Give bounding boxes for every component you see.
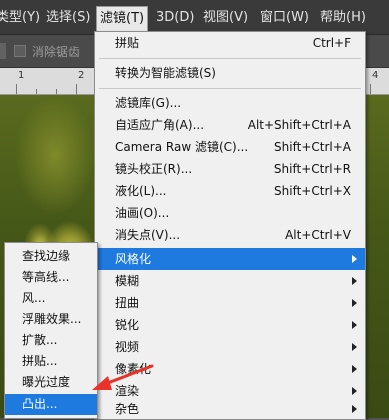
submenu-item-label: 浮雕效果...	[22, 312, 82, 326]
submenu-arrow-icon	[352, 277, 357, 285]
submenu-item-label: 凸出...	[22, 397, 58, 411]
submenu-arrow-icon	[352, 387, 357, 395]
submenu-arrow-icon	[352, 299, 357, 307]
menu-item-lens-correction[interactable]: 镜头校正(R)... Shift+Ctrl+R	[95, 158, 365, 180]
ruler-tick	[36, 89, 37, 94]
menu-item-shortcut: Ctrl+F	[312, 36, 351, 50]
submenu-arrow-icon	[352, 365, 357, 373]
ruler-number: 4	[372, 70, 379, 81]
menu-item-label: 消失点(V)...	[115, 228, 181, 242]
submenu-item-emboss[interactable]: 浮雕效果...	[5, 309, 97, 330]
submenu-item-find-edges[interactable]: 查找边缘	[5, 246, 97, 267]
submenu-item-label: 拼贴...	[22, 354, 58, 368]
stylize-submenu: 查找边缘 等高线... 风... 浮雕效果... 扩散... 拼贴... 曝光过…	[4, 242, 98, 419]
menu-bar: 类型(Y) 选择(S) 滤镜(T) 3D(D) 视图(V) 窗口(W) 帮助(H…	[0, 0, 389, 35]
ruler-tick	[56, 89, 57, 94]
menu-item-shortcut: Shift+Ctrl+A	[274, 140, 351, 154]
menu-item-sharpen[interactable]: 锐化	[95, 314, 365, 336]
menu-filter[interactable]: 滤镜(T)	[96, 6, 149, 32]
menu-item-label: 杂色	[115, 402, 140, 416]
menu-item-convert-smart-filter[interactable]: 转换为智能滤镜(S)	[95, 62, 365, 84]
antialias-label: 消除锯齿	[32, 45, 81, 59]
menu-item-noise[interactable]: 杂色	[95, 398, 365, 420]
submenu-item-label: 曝光过度	[22, 375, 71, 389]
submenu-item-label: 风...	[22, 291, 46, 305]
menu-separator	[99, 58, 361, 59]
ruler-number: 1	[18, 70, 25, 81]
menu-3d[interactable]: 3D(D)	[156, 9, 194, 27]
menu-item-shortcut: Alt+Ctrl+V	[285, 228, 351, 242]
menu-window[interactable]: 窗口(W)	[260, 9, 309, 27]
submenu-arrow-icon	[352, 405, 357, 413]
menu-item-label: 视频	[115, 340, 140, 354]
menu-item-stylize[interactable]: 风格化	[95, 248, 365, 270]
ruler-tick	[76, 84, 77, 94]
menu-item-label: Camera Raw 滤镜(C)...	[115, 140, 249, 154]
menu-item-last-filter[interactable]: 拼贴 Ctrl+F	[95, 32, 365, 54]
submenu-arrow-icon	[352, 321, 357, 329]
menu-item-label: 镜头校正(R)...	[115, 162, 193, 176]
menu-item-oil-paint[interactable]: 油画(O)...	[95, 202, 365, 224]
tool-handle[interactable]	[0, 43, 6, 59]
menu-type[interactable]: 类型(Y)	[0, 9, 40, 27]
submenu-item-contour[interactable]: 等高线...	[5, 267, 97, 288]
menu-item-video[interactable]: 视频	[95, 336, 365, 358]
menu-view[interactable]: 视图(V)	[203, 9, 248, 27]
ruler-tick	[370, 84, 371, 94]
menu-item-label: 锐化	[115, 318, 140, 332]
submenu-arrow-icon	[352, 255, 357, 263]
menu-item-label: 滤镜库(G)...	[115, 96, 182, 110]
submenu-item-label: 查找边缘	[22, 249, 71, 263]
menu-item-liquify[interactable]: 液化(L)... Shift+Ctrl+X	[95, 180, 365, 202]
menu-item-label: 油画(O)...	[115, 206, 170, 220]
ruler-tick	[16, 84, 17, 94]
submenu-item-solarize[interactable]: 曝光过度	[5, 372, 97, 393]
menu-item-pixelate[interactable]: 像素化	[95, 358, 365, 380]
submenu-arrow-icon	[352, 343, 357, 351]
menu-item-filter-gallery[interactable]: 滤镜库(G)...	[95, 92, 365, 114]
ruler-number: 2	[78, 70, 85, 81]
antialias-checkbox[interactable]	[14, 45, 26, 57]
menu-item-label: 像素化	[115, 362, 152, 376]
submenu-item-extrude[interactable]: 凸出...	[5, 394, 97, 415]
submenu-item-diffuse[interactable]: 扩散...	[5, 330, 97, 351]
menu-item-label: 扭曲	[115, 296, 140, 310]
menu-item-shortcut: Alt+Shift+Ctrl+A	[247, 118, 351, 132]
menu-item-shortcut: Shift+Ctrl+R	[273, 162, 351, 176]
menu-select[interactable]: 选择(S)	[46, 9, 90, 27]
menu-item-label: 拼贴	[115, 36, 140, 50]
menu-separator	[99, 88, 361, 89]
menu-item-vanishing-point[interactable]: 消失点(V)... Alt+Ctrl+V	[95, 224, 365, 246]
menu-item-shortcut: Shift+Ctrl+X	[274, 184, 351, 198]
submenu-item-label: 等高线...	[22, 270, 70, 284]
menu-item-label: 转换为智能滤镜(S)	[115, 66, 216, 80]
menu-item-adaptive-wide-angle[interactable]: 自适应广角(A)... Alt+Shift+Ctrl+A	[95, 114, 365, 136]
submenu-item-label: 扩散...	[22, 333, 58, 347]
filter-menu: 拼贴 Ctrl+F 转换为智能滤镜(S) 滤镜库(G)... 自适应广角(A).…	[94, 31, 366, 420]
submenu-item-wind[interactable]: 风...	[5, 288, 97, 309]
menu-item-label: 自适应广角(A)...	[115, 118, 205, 132]
menu-item-label: 风格化	[115, 252, 152, 266]
menu-item-label: 模糊	[115, 274, 140, 288]
menu-item-camera-raw[interactable]: Camera Raw 滤镜(C)... Shift+Ctrl+A	[95, 136, 365, 158]
menu-help[interactable]: 帮助(H)	[320, 9, 366, 27]
menu-item-distort[interactable]: 扭曲	[95, 292, 365, 314]
menu-item-label: 液化(L)...	[115, 184, 167, 198]
submenu-item-tiles[interactable]: 拼贴...	[5, 351, 97, 372]
menu-item-blur[interactable]: 模糊	[95, 270, 365, 292]
